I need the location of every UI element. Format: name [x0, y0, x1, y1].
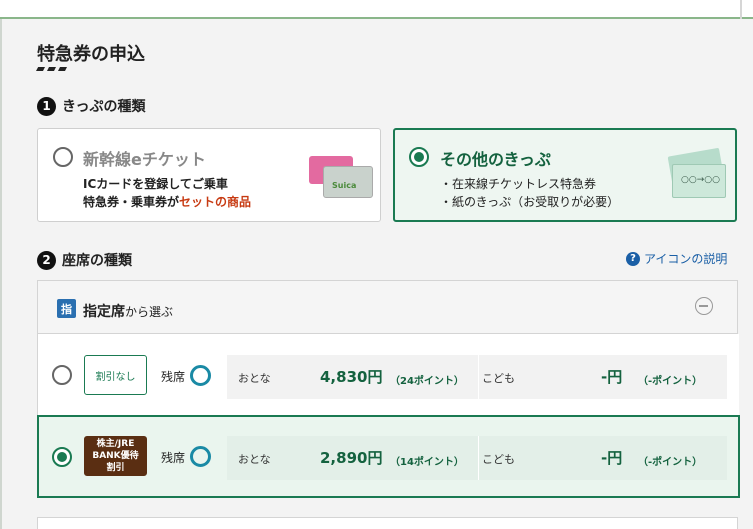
price-box: おとな 2,890円 （14ポイント） こども -円 （-ポイント） [227, 436, 727, 480]
child-points: （-ポイント） [638, 376, 703, 387]
seat-available-icon [190, 446, 211, 467]
adult-price: 2,890円 [320, 449, 383, 467]
option-desc-line2: 特急券・乗車券がセットの商品 [83, 195, 252, 209]
radio-shinkansen-e[interactable] [53, 147, 73, 167]
minus-circle-icon[interactable] [695, 297, 713, 315]
help-link-label: アイコンの説明 [644, 252, 728, 266]
child-price: -円 [601, 368, 623, 386]
child-label: こども [482, 453, 515, 466]
adult-label: おとな [238, 372, 271, 385]
price-box: おとな 4,830円 （24ポイント） こども -円 （-ポイント） [227, 355, 727, 399]
adult-points: （24ポイント） [390, 376, 464, 387]
radio-fare-standard[interactable] [52, 365, 72, 385]
option-title: 新幹線eチケット [83, 150, 206, 169]
option-desc-line1: ICカードを登録してご乗車 [83, 177, 228, 191]
left-rule [0, 19, 2, 529]
step1-heading: 1 きっぷの種類 [37, 96, 145, 116]
next-section-card [37, 517, 738, 529]
question-icon: ? [626, 251, 640, 266]
suica-card-label: Suica [332, 181, 357, 190]
adult-label: おとな [238, 453, 271, 466]
radio-fare-shareholder[interactable] [52, 447, 72, 467]
fare-type-label: 株主/JRE BANK優待 割引 [84, 436, 147, 476]
child-label: こども [482, 372, 515, 385]
availability-label: 残席 [161, 370, 186, 384]
option-bullet: ・在来線チケットレス特急券 [440, 177, 597, 191]
option-bullet: ・紙のきっぷ（お受取りが必要） [440, 195, 620, 209]
reserved-seat-header[interactable]: 指 指定席から選ぶ [38, 281, 737, 334]
ic-cards-illustration: Suica [309, 152, 375, 200]
reserved-seat-icon: 指 [57, 299, 76, 318]
reserved-seat-panel: 指 指定席から選ぶ 割引なし 残席 おとな 4,830円 （24ポイント） こど… [37, 280, 740, 498]
seat-available-icon [190, 365, 211, 386]
fare-type-label: 割引なし [84, 355, 147, 395]
radio-other-ticket[interactable] [409, 147, 429, 167]
adult-price: 4,830円 [320, 368, 383, 386]
fare-row-standard[interactable]: 割引なし 残席 おとな 4,830円 （24ポイント） こども -円 （-ポイン… [38, 334, 739, 417]
paper-ticket-label: ○○→○○ [681, 175, 720, 185]
step-number-1: 1 [37, 96, 56, 116]
step2-heading: 2 座席の種類 [37, 250, 132, 270]
fare-row-shareholder[interactable]: 株主/JRE BANK優待 割引 残席 おとな 2,890円 （14ポイント） … [37, 415, 740, 498]
page-title: 特急券の申込 [37, 44, 145, 65]
adult-points: （14ポイント） [390, 457, 464, 468]
step2-label: 座席の種類 [62, 253, 132, 269]
option-title: その他のきっぷ [440, 150, 551, 169]
top-strip [0, 0, 753, 19]
availability-label: 残席 [161, 451, 186, 465]
set-product-highlight: セットの商品 [179, 195, 252, 209]
icon-explanation-link[interactable]: ? アイコンの説明 [626, 250, 727, 267]
paper-ticket-illustration: ○○→○○ [666, 147, 726, 202]
child-price: -円 [601, 449, 623, 467]
child-points: （-ポイント） [638, 457, 703, 468]
step1-label: きっぷの種類 [62, 99, 146, 115]
section-title: 指定席から選ぶ [83, 304, 174, 320]
title-underline [35, 67, 69, 71]
step-number-2: 2 [37, 250, 56, 270]
